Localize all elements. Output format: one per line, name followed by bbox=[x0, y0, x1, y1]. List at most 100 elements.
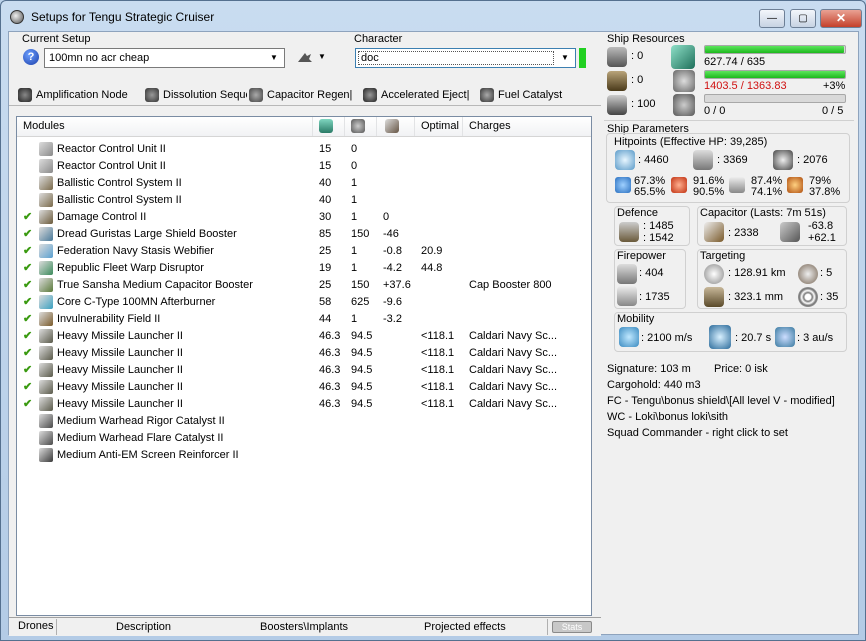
module-row[interactable]: Ballistic Control System II 40 1 bbox=[17, 192, 591, 209]
mobility-group: Mobility : 2100 m/s : 20.7 s : 3 au/s bbox=[614, 312, 847, 352]
tab-projected-effects[interactable]: Projected effects bbox=[424, 621, 506, 633]
column-capacitor[interactable] bbox=[377, 117, 415, 136]
module-icon bbox=[39, 142, 53, 156]
app-icon bbox=[10, 10, 24, 24]
active-check-icon[interactable]: ✔ bbox=[23, 261, 32, 274]
setup-select-value: 100mn no acr cheap bbox=[49, 52, 150, 64]
module-name: Invulnerability Field II bbox=[57, 313, 161, 325]
module-name: Dread Guristas Large Shield Booster bbox=[57, 228, 237, 240]
module-row[interactable]: ✔ Core C-Type 100MN Afterburner 58 625 -9.6 bbox=[17, 294, 591, 311]
active-check-icon[interactable]: ✔ bbox=[23, 227, 32, 240]
active-check-icon[interactable]: ✔ bbox=[23, 363, 32, 376]
module-c1: 46.3 bbox=[319, 364, 341, 376]
ship-actions-icon[interactable] bbox=[296, 50, 314, 66]
active-check-icon[interactable]: ✔ bbox=[23, 244, 32, 257]
maximize-button[interactable]: ▢ bbox=[790, 9, 816, 28]
active-check-icon[interactable]: ✔ bbox=[23, 397, 32, 410]
close-button[interactable]: ✕ bbox=[820, 9, 862, 28]
subsystem-fuel-catalyst[interactable]: Fuel Catalyst bbox=[480, 87, 590, 103]
modules-list[interactable]: Modules Optimal Charges Reactor Control … bbox=[16, 116, 592, 616]
dps-value: : 404 bbox=[639, 267, 664, 279]
tab-drones[interactable]: Drones bbox=[18, 620, 53, 632]
dps-icon bbox=[617, 264, 637, 284]
module-row[interactable]: Medium Warhead Rigor Catalyst II bbox=[17, 413, 591, 430]
accelerated-ejection-icon bbox=[363, 88, 377, 102]
em-resist-icon bbox=[615, 177, 631, 193]
help-icon[interactable]: ? bbox=[23, 49, 39, 65]
module-optimal: <118.1 bbox=[421, 381, 455, 393]
module-row[interactable]: Medium Anti-EM Screen Reinforcer II bbox=[17, 447, 591, 464]
module-row[interactable]: ✔ Invulnerability Field II 44 1 -3.2 bbox=[17, 311, 591, 328]
tab-description[interactable]: Description bbox=[116, 621, 171, 633]
setup-select[interactable]: 100mn no acr cheap ▼ bbox=[44, 48, 285, 68]
modules-header: Modules Optimal Charges bbox=[17, 117, 591, 137]
module-c3: 0 bbox=[383, 211, 390, 223]
subsystem-capacitor-regen[interactable]: Capacitor Regen| bbox=[249, 87, 359, 103]
title-bar[interactable]: Setups for Tengu Strategic Cruiser — ▢ ✕ bbox=[1, 1, 865, 31]
fleet-commander[interactable]: FC - Tengu\bonus shield\[All level V - m… bbox=[607, 395, 835, 407]
hull-icon bbox=[773, 150, 793, 170]
active-check-icon[interactable]: ✔ bbox=[23, 295, 32, 308]
module-row[interactable]: ✔ Republic Fleet Warp Disruptor 19 1 -4.2 44.… bbox=[17, 260, 591, 277]
module-icon bbox=[39, 397, 53, 411]
subsystem-accelerated-ejection[interactable]: Accelerated Eject| bbox=[363, 87, 479, 103]
module-c3: -9.6 bbox=[383, 296, 402, 308]
module-row[interactable]: Ballistic Control System II 40 1 bbox=[17, 175, 591, 192]
module-c1: 40 bbox=[319, 194, 332, 206]
module-row[interactable]: ✔ Heavy Missile Launcher II 46.3 94.5 <118.1… bbox=[17, 362, 591, 379]
firepower-label: Firepower bbox=[617, 250, 666, 262]
module-row[interactable]: Reactor Control Unit II 15 0 bbox=[17, 141, 591, 158]
module-row[interactable]: ✔ True Sansha Medium Capacitor Booster 25 1… bbox=[17, 277, 591, 294]
chevron-down-icon: ▼ bbox=[270, 53, 278, 62]
module-row[interactable]: ✔ Heavy Missile Launcher II 46.3 94.5 <118.1… bbox=[17, 396, 591, 413]
character-select[interactable]: doc ▼ bbox=[355, 48, 576, 68]
column-optimal[interactable]: Optimal bbox=[415, 117, 463, 136]
targeting-range: : 128.91 km bbox=[728, 267, 786, 279]
active-check-icon[interactable]: ✔ bbox=[23, 278, 32, 291]
subsystem-dissolution-sequencer[interactable]: Dissolution Seque| bbox=[145, 87, 247, 103]
module-row[interactable]: Medium Warhead Flare Catalyst II bbox=[17, 430, 591, 447]
active-check-icon[interactable]: ✔ bbox=[23, 210, 32, 223]
module-row[interactable]: ✔ Dread Guristas Large Shield Booster 85 15… bbox=[17, 226, 591, 243]
armor-icon bbox=[693, 150, 713, 170]
ship-resources-title: Ship Resources bbox=[607, 33, 685, 45]
module-row[interactable]: Reactor Control Unit II 15 0 bbox=[17, 158, 591, 175]
module-name: Heavy Missile Launcher II bbox=[57, 364, 183, 376]
column-modules[interactable]: Modules bbox=[17, 117, 313, 136]
module-row[interactable]: ✔ Federation Navy Stasis Webifier 25 1 -0.8 2… bbox=[17, 243, 591, 260]
ship-actions-dropdown-icon[interactable]: ▼ bbox=[318, 52, 326, 61]
wing-commander[interactable]: WC - Loki\bonus loki\sith bbox=[607, 411, 728, 423]
minimize-button[interactable]: — bbox=[759, 9, 785, 28]
cpu-value: 627.74 / 635 bbox=[704, 56, 766, 68]
column-powergrid[interactable] bbox=[345, 117, 377, 136]
column-charges[interactable]: Charges bbox=[463, 117, 591, 136]
module-c1: 25 bbox=[319, 279, 332, 291]
squad-commander[interactable]: Squad Commander - right click to set bbox=[607, 427, 788, 439]
active-check-icon[interactable]: ✔ bbox=[23, 380, 32, 393]
active-check-icon[interactable]: ✔ bbox=[23, 312, 32, 325]
active-check-icon[interactable]: ✔ bbox=[23, 346, 32, 359]
module-c2: 1 bbox=[351, 262, 358, 274]
module-name: Damage Control II bbox=[57, 211, 147, 223]
column-cpu[interactable] bbox=[313, 117, 345, 136]
armor-hp: : 3369 bbox=[717, 154, 748, 166]
targeting-range-icon bbox=[704, 264, 724, 284]
subsystem-amplification-node[interactable]: Amplification Node bbox=[18, 87, 144, 103]
stats-button[interactable]: Stats bbox=[552, 621, 592, 633]
active-check-icon[interactable]: ✔ bbox=[23, 329, 32, 342]
calibration-extra: 0 / 5 bbox=[822, 105, 844, 117]
explosive-resist-icon bbox=[787, 177, 803, 193]
module-charge: Caldari Navy Sc... bbox=[469, 364, 558, 376]
module-c1: 46.3 bbox=[319, 330, 341, 342]
module-row[interactable]: ✔ Damage Control II 30 1 0 bbox=[17, 209, 591, 226]
module-row[interactable]: ✔ Heavy Missile Launcher II 46.3 94.5 <118.1… bbox=[17, 345, 591, 362]
warp-speed: : 3 au/s bbox=[797, 332, 834, 344]
defence-icon bbox=[619, 222, 639, 242]
volley-icon bbox=[617, 286, 637, 306]
module-row[interactable]: ✔ Heavy Missile Launcher II 46.3 94.5 <118.1… bbox=[17, 379, 591, 396]
tab-boosters-implants[interactable]: Boosters\Implants bbox=[260, 621, 348, 633]
module-c1: 40 bbox=[319, 177, 332, 189]
current-setup-label: Current Setup bbox=[22, 33, 91, 45]
module-row[interactable]: ✔ Heavy Missile Launcher II 46.3 94.5 <118.1… bbox=[17, 328, 591, 345]
module-c2: 1 bbox=[351, 245, 358, 257]
